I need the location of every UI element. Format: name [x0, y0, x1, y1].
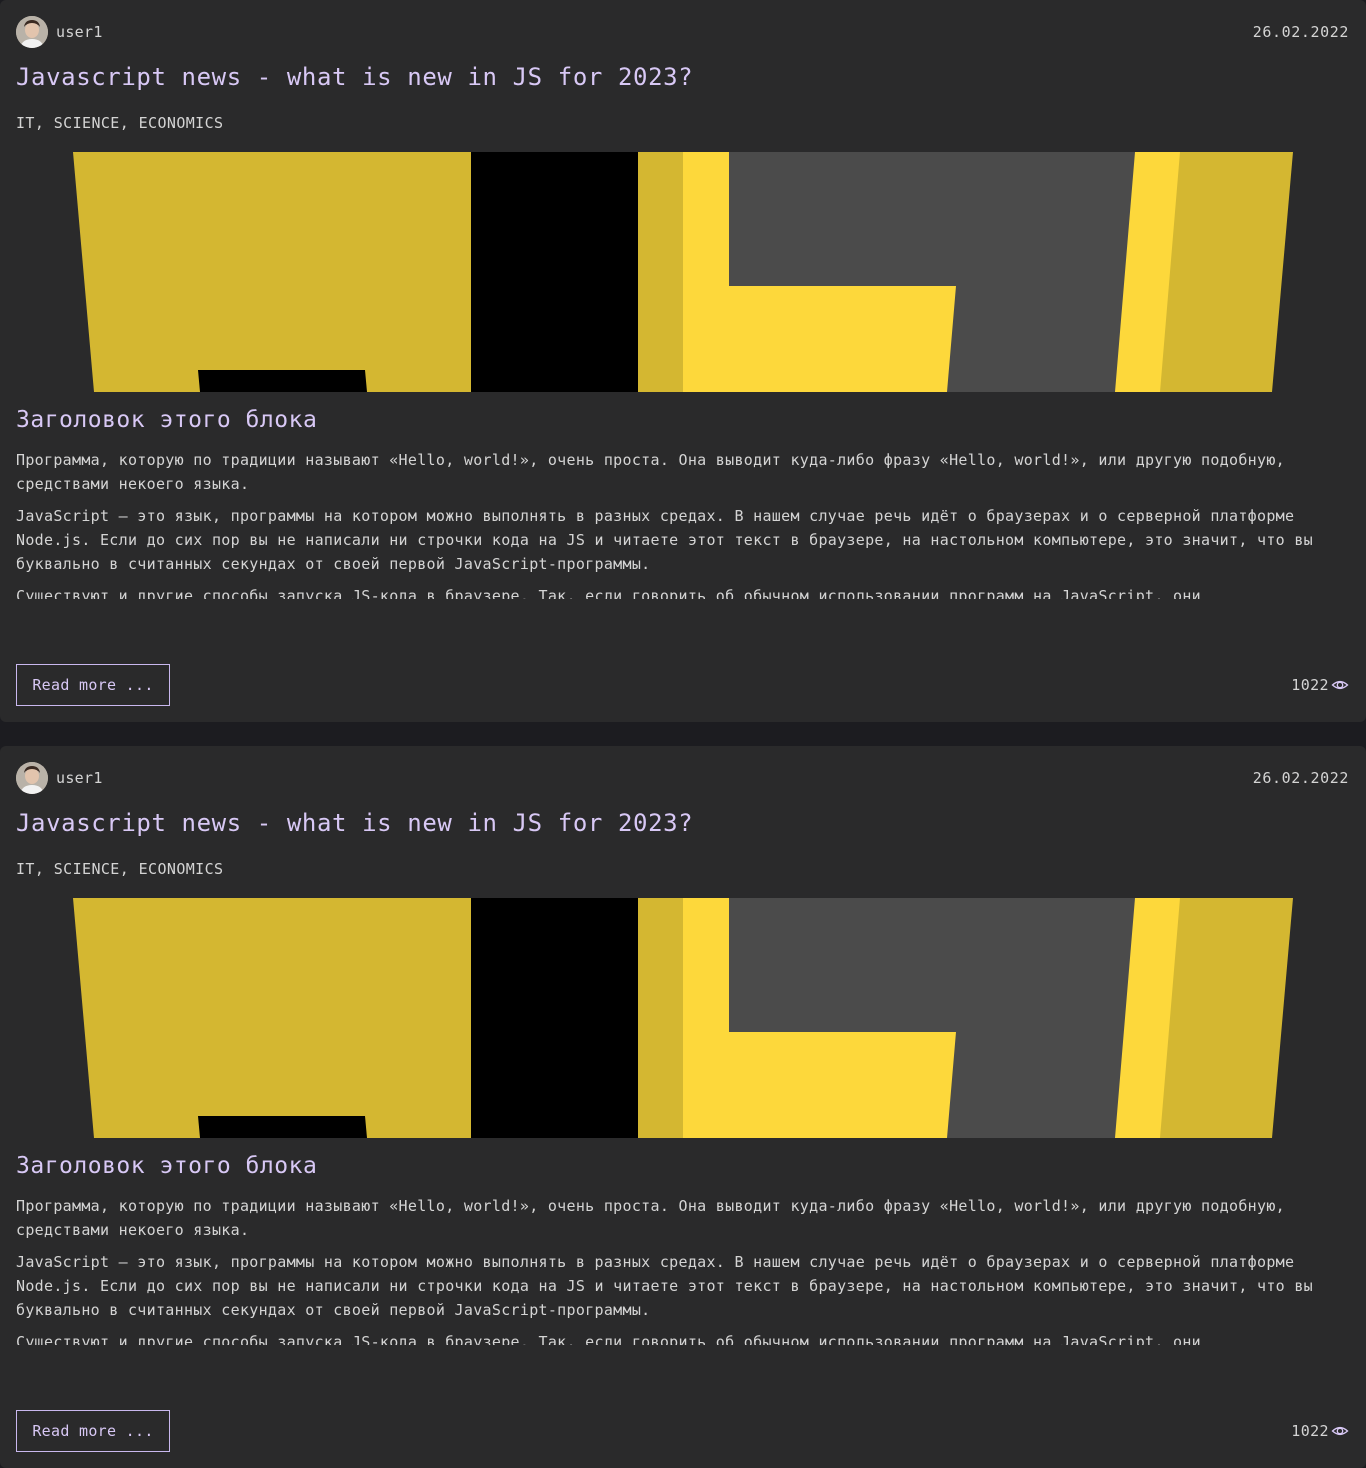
- author[interactable]: user1: [16, 762, 103, 794]
- post-footer: Read more ... 1022: [16, 1410, 1349, 1452]
- views-counter: 1022: [1291, 676, 1349, 694]
- block-title: Заголовок этого блока: [16, 407, 318, 433]
- post-header: user1 26.02.2022: [16, 16, 1349, 48]
- post-title[interactable]: Javascript news - what is new in JS for …: [16, 63, 693, 91]
- post-feed: user1 26.02.2022 Javascript news - what …: [0, 0, 1366, 1468]
- views-count: 1022: [1291, 1422, 1329, 1440]
- post-footer: Read more ... 1022: [16, 664, 1349, 706]
- js-logo-cover: [73, 152, 1293, 392]
- eye-icon: [1331, 680, 1349, 690]
- block-title: Заголовок этого блока: [16, 1153, 318, 1179]
- paragraph: JavaScript — это язык, программы на кото…: [16, 1253, 1313, 1319]
- post-tags: IT, SCIENCE, ECONOMICS: [16, 860, 224, 878]
- eye-icon: [1331, 1426, 1349, 1436]
- paragraph: Существуют и другие способы запуска JS-к…: [16, 587, 1202, 599]
- post-date: 26.02.2022: [1252, 23, 1349, 41]
- author-name[interactable]: user1: [56, 23, 103, 41]
- author[interactable]: user1: [16, 16, 103, 48]
- post-excerpt: Программа, которую по традиции называют …: [16, 1194, 1341, 1345]
- avatar[interactable]: [16, 762, 48, 794]
- post-date: 26.02.2022: [1252, 769, 1349, 787]
- views-counter: 1022: [1291, 1422, 1349, 1440]
- avatar[interactable]: [16, 16, 48, 48]
- post-header: user1 26.02.2022: [16, 762, 1349, 794]
- post-card: user1 26.02.2022 Javascript news - what …: [0, 0, 1366, 722]
- paragraph: Существуют и другие способы запуска JS-к…: [16, 1333, 1202, 1345]
- read-more-button[interactable]: Read more ...: [16, 1410, 170, 1452]
- post-tags: IT, SCIENCE, ECONOMICS: [16, 114, 224, 132]
- views-count: 1022: [1291, 676, 1329, 694]
- read-more-button[interactable]: Read more ...: [16, 664, 170, 706]
- paragraph: Программа, которую по традиции называют …: [16, 1197, 1285, 1239]
- paragraph: JavaScript — это язык, программы на кото…: [16, 507, 1313, 573]
- post-card: user1 26.02.2022 Javascript news - what …: [0, 746, 1366, 1468]
- paragraph: Программа, которую по традиции называют …: [16, 451, 1285, 493]
- post-title[interactable]: Javascript news - what is new in JS for …: [16, 809, 693, 837]
- author-name[interactable]: user1: [56, 769, 103, 787]
- post-excerpt: Программа, которую по традиции называют …: [16, 448, 1341, 599]
- js-logo-cover: [73, 898, 1293, 1138]
